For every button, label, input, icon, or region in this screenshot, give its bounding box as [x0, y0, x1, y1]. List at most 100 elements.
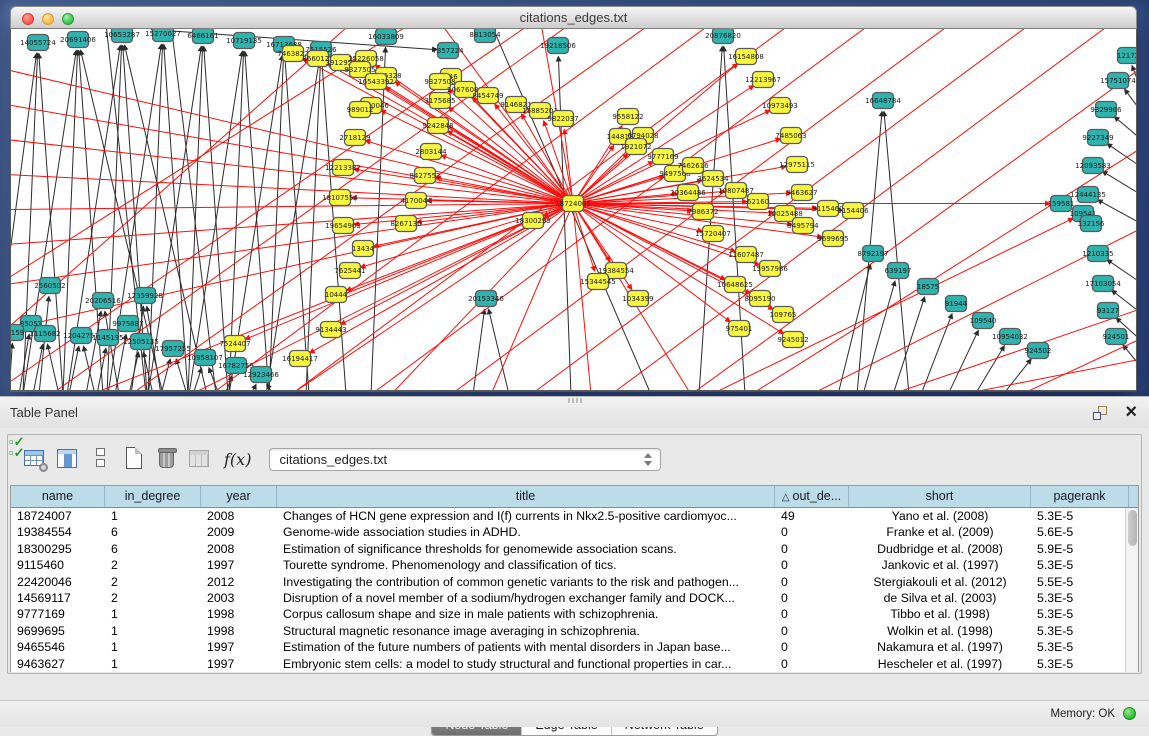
table-cell[interactable]: 1: [105, 639, 201, 655]
table-row[interactable]: 1938455462009Genome-wide association stu…: [11, 524, 1138, 540]
select-rows-icon[interactable]: ▫✓▫✓: [9, 436, 35, 462]
table-cell[interactable]: 14569117: [11, 590, 105, 606]
table-cell[interactable]: de Silva et al. (2003): [849, 590, 1031, 606]
table-cell[interactable]: Stergiakouli et al. (2012): [849, 574, 1031, 590]
table-cell[interactable]: 6: [105, 524, 201, 540]
close-window-icon[interactable]: [22, 13, 34, 25]
table-cell[interactable]: 2: [105, 574, 201, 590]
table-cell[interactable]: 0: [775, 590, 849, 606]
table-cell[interactable]: 5.9E-5: [1031, 541, 1129, 557]
table-row[interactable]: 911546021997Tourette syndrome. Phenomeno…: [11, 557, 1138, 573]
table-cell[interactable]: 1997: [201, 639, 277, 655]
table-cell[interactable]: 1: [105, 656, 201, 672]
table-row[interactable]: 1872400712008Changes of HCN gene express…: [11, 508, 1138, 524]
table-cell[interactable]: Estimation of significance thresholds fo…: [277, 541, 775, 557]
table-cell[interactable]: 0: [775, 606, 849, 622]
float-panel-icon[interactable]: [1093, 406, 1107, 420]
table-cell[interactable]: 18724007: [11, 508, 105, 524]
table-cell[interactable]: 0: [775, 524, 849, 540]
table-cell[interactable]: Estimation of the future numbers of pati…: [277, 639, 775, 655]
table-cell[interactable]: Genome-wide association studies in ADHD.: [277, 524, 775, 540]
table-cell[interactable]: 2012: [201, 574, 277, 590]
table-cell[interactable]: 1997: [201, 557, 277, 573]
table-cell[interactable]: Hescheler et al. (1997): [849, 656, 1031, 672]
table-cell[interactable]: Structural magnetic resonance image aver…: [277, 623, 775, 639]
delete-table-icon[interactable]: [154, 446, 180, 472]
table-cell[interactable]: 5.3E-5: [1031, 557, 1129, 573]
table-cell[interactable]: 18300295: [11, 541, 105, 557]
table-cell[interactable]: Jankovic et al. (1997): [849, 557, 1031, 573]
network-window[interactable]: citations_edges.txt 18724007183002951938…: [10, 6, 1137, 392]
table-cell[interactable]: 1: [105, 508, 201, 524]
select-column-icon[interactable]: [55, 446, 81, 472]
table-cell[interactable]: 0: [775, 656, 849, 672]
table-cell[interactable]: 9465546: [11, 639, 105, 655]
column-header-out_de[interactable]: △out_de...: [775, 486, 849, 507]
table-cell[interactable]: 0: [775, 557, 849, 573]
minimize-window-icon[interactable]: [42, 13, 54, 25]
table-cell[interactable]: 1: [105, 623, 201, 639]
table-cell[interactable]: Nakamura et al. (1997): [849, 639, 1031, 655]
table-cell[interactable]: 2009: [201, 524, 277, 540]
table-row[interactable]: 946554611997Estimation of the future num…: [11, 639, 1138, 655]
column-header-name[interactable]: name: [11, 486, 105, 507]
table-cell[interactable]: 1997: [201, 656, 277, 672]
network-graph[interactable]: 1872400718300295193845541534454510343991…: [11, 29, 1136, 391]
table-cell[interactable]: Franke et al. (2009): [849, 524, 1031, 540]
table-cell[interactable]: 5.5E-5: [1031, 574, 1129, 590]
table-cell[interactable]: Changes of HCN gene expression and I(f) …: [277, 508, 775, 524]
table-row[interactable]: 1456911722003Disruption of a novel membe…: [11, 590, 1138, 606]
table-cell[interactable]: 6: [105, 541, 201, 557]
table-cell[interactable]: 5.3E-5: [1031, 623, 1129, 639]
table-cell[interactable]: Tibbo et al. (1998): [849, 606, 1031, 622]
table-cell[interactable]: 2: [105, 557, 201, 573]
table-cell[interactable]: 0: [775, 541, 849, 557]
table-row[interactable]: 969969511998Structural magnetic resonanc…: [11, 623, 1138, 639]
table-row[interactable]: 946362711997Embryonic stem cells: a mode…: [11, 656, 1138, 672]
table-cell[interactable]: 5.3E-5: [1031, 656, 1129, 672]
table-cell[interactable]: 19384554: [11, 524, 105, 540]
table-cell[interactable]: 9777169: [11, 606, 105, 622]
table-cell[interactable]: 5.3E-5: [1031, 606, 1129, 622]
maximize-window-icon[interactable]: [62, 13, 74, 25]
table-cell[interactable]: Dudbridge et al. (2008): [849, 541, 1031, 557]
table-row[interactable]: 2242004622012Investigating the contribut…: [11, 574, 1138, 590]
table-cell[interactable]: 0: [775, 574, 849, 590]
table-cell[interactable]: 2008: [201, 508, 277, 524]
table-scrollbar[interactable]: [1125, 508, 1138, 672]
table-cell[interactable]: 9463627: [11, 656, 105, 672]
table-cell[interactable]: 1998: [201, 623, 277, 639]
table-cell[interactable]: Tourette syndrome. Phenomenology and cla…: [277, 557, 775, 573]
table-cell[interactable]: Embryonic stem cells: a model to study s…: [277, 656, 775, 672]
memory-status-indicator[interactable]: [1123, 707, 1136, 720]
column-header-short[interactable]: short: [849, 486, 1031, 507]
column-header-title[interactable]: title: [277, 486, 775, 507]
column-header-pagerank[interactable]: pagerank: [1031, 486, 1129, 507]
table-cell[interactable]: 0: [775, 623, 849, 639]
table-cell[interactable]: Yano et al. (2008): [849, 508, 1031, 524]
column-header-in_degree[interactable]: in_degree: [105, 486, 201, 507]
table-cell[interactable]: 22420046: [11, 574, 105, 590]
table-row[interactable]: 1830029562008Estimation of significance …: [11, 541, 1138, 557]
function-builder-icon[interactable]: f(x): [224, 450, 251, 469]
table-cell[interactable]: 9115460: [11, 557, 105, 573]
panel-resize-grip[interactable]: [568, 398, 582, 403]
table-cell[interactable]: 5.6E-5: [1031, 524, 1129, 540]
new-table-icon[interactable]: [121, 446, 147, 472]
table-cell[interactable]: 5.3E-5: [1031, 508, 1129, 524]
table-cell[interactable]: 49: [775, 508, 849, 524]
table-cell[interactable]: 5.3E-5: [1031, 590, 1129, 606]
table-cell[interactable]: Wolkin et al. (1998): [849, 623, 1031, 639]
table-cell[interactable]: 2008: [201, 541, 277, 557]
table-cell[interactable]: 9699695: [11, 623, 105, 639]
close-panel-icon[interactable]: ×: [1125, 399, 1137, 425]
table-cell[interactable]: Disruption of a novel member of a sodium…: [277, 590, 775, 606]
table-cell[interactable]: Investigating the contribution of common…: [277, 574, 775, 590]
column-header-year[interactable]: year: [201, 486, 277, 507]
table-cell[interactable]: Corpus callosum shape and size in male p…: [277, 606, 775, 622]
network-canvas[interactable]: 1872400718300295193845541534454510343991…: [10, 29, 1137, 391]
table-cell[interactable]: 1998: [201, 606, 277, 622]
network-window-titlebar[interactable]: citations_edges.txt: [10, 6, 1137, 29]
scrollbar-thumb[interactable]: [1128, 510, 1137, 546]
table-cell[interactable]: 2003: [201, 590, 277, 606]
